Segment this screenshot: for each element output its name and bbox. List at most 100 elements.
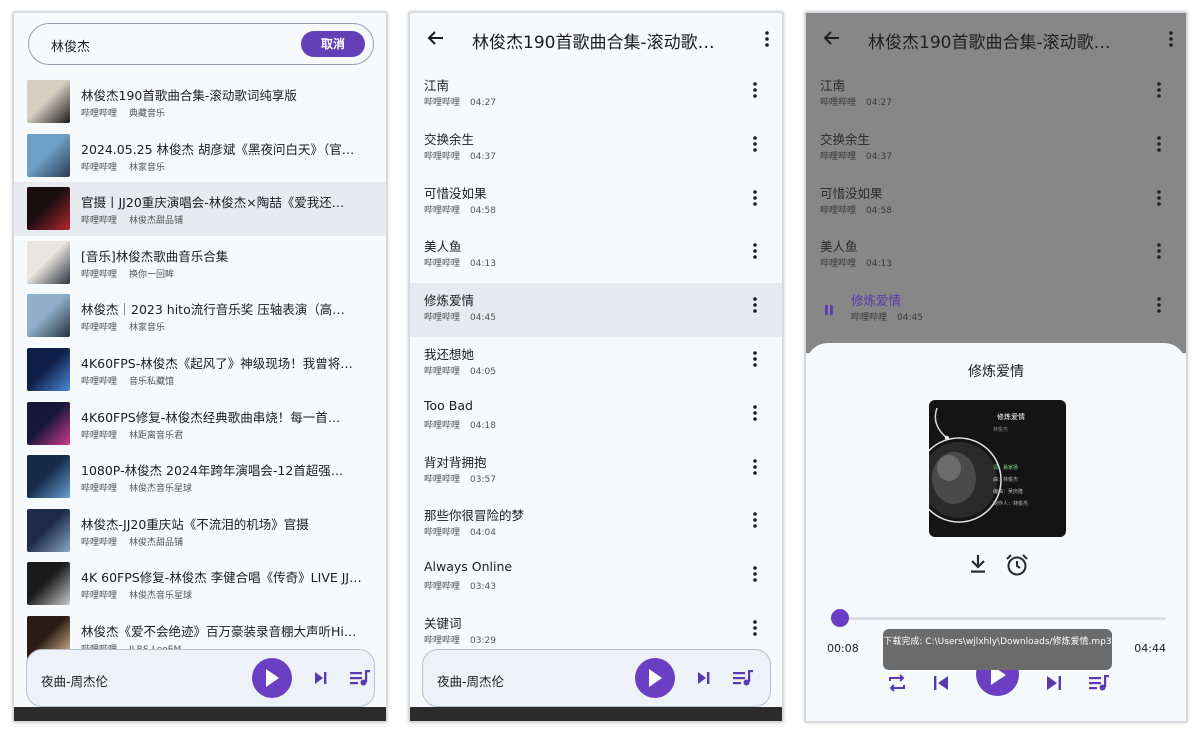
mini-player[interactable]: 夜曲-周杰伦 xyxy=(26,649,375,707)
top-app-bar: 林俊杰190首歌曲合集-滚动歌… xyxy=(410,13,782,65)
search-bar: 林俊杰 取消 xyxy=(28,23,374,65)
more-vert-icon[interactable] xyxy=(752,565,758,583)
result-uploader: 音乐私藏馆 xyxy=(129,376,175,387)
result-source: 哔哩哔哩 xyxy=(81,484,118,495)
song-title: 交换余生 xyxy=(820,131,871,147)
result-title: [音乐]林俊杰歌曲音乐合集 xyxy=(81,248,229,264)
list-item[interactable]: 4K60FPS-林俊杰《起风了》神级现场！我曾将… 哔哩哔哩 音乐私藏馆 xyxy=(14,343,386,397)
more-vert-icon[interactable] xyxy=(1156,81,1162,99)
video-thumbnail xyxy=(27,401,70,445)
result-source: 哔哩哔哩 xyxy=(81,109,118,119)
alarm-icon[interactable] xyxy=(1005,553,1029,577)
skip-next-icon[interactable] xyxy=(313,669,329,687)
download-icon[interactable] xyxy=(969,554,987,574)
song-row[interactable]: 可惜没如果 哔哩哔哩 04:58 xyxy=(410,176,782,230)
song-row[interactable]: 交换余生 哔哩哔哩 04:37 xyxy=(410,122,782,176)
more-vert-icon[interactable] xyxy=(752,619,758,637)
song-row[interactable]: 美人鱼 哔哩哔哩 04:13 xyxy=(410,229,782,283)
more-vert-icon[interactable] xyxy=(752,242,758,260)
song-source: 哔哩哔哩 xyxy=(424,205,461,216)
system-nav-bar xyxy=(14,707,386,721)
mini-player[interactable]: 夜曲-周杰伦 xyxy=(422,649,771,707)
search-input[interactable]: 林俊杰 xyxy=(51,36,90,55)
result-source: 哔哩哔哩 xyxy=(81,323,118,334)
more-vert-icon[interactable] xyxy=(752,404,758,422)
song-meta: 哔哩哔哩 04:13 xyxy=(820,256,892,269)
list-item[interactable]: [音乐]林俊杰歌曲音乐合集 哔哩哔哩 换你一回眸 xyxy=(14,236,386,290)
more-vert-icon[interactable] xyxy=(764,30,770,48)
song-title: 背对背拥抱 xyxy=(424,454,487,470)
arrow-left-icon[interactable] xyxy=(822,30,840,46)
song-source: 哔哩哔哩 xyxy=(424,582,461,593)
song-row[interactable]: 江南 哔哩哔哩 04:27 xyxy=(806,68,1186,122)
queue-music-icon[interactable] xyxy=(732,669,754,687)
list-item[interactable]: 林俊杰190首歌曲合集-滚动歌词纯享版 哔哩哔哩 典藏音乐 xyxy=(14,75,386,129)
result-source: 哔哩哔哩 xyxy=(81,216,118,227)
dimmed-playlist: 林俊杰190首歌曲合集-滚动歌… 江南 哔哩哔哩 04:27 交换余生 哔哩哔哩 04:3… xyxy=(806,13,1186,353)
song-meta: 哔哩哔哩 04:58 xyxy=(820,203,892,216)
skip-next-icon[interactable] xyxy=(696,669,712,687)
list-item[interactable]: 林俊杰-JJ20重庆站《不流泪的机场》官摄 哔哩哔哩 林俊杰甜品铺 xyxy=(14,504,386,558)
play-icon xyxy=(266,669,279,687)
more-vert-icon[interactable] xyxy=(752,458,758,476)
song-row[interactable]: 可惜没如果 哔哩哔哩 04:58 xyxy=(806,176,1186,230)
list-item[interactable]: 2024.05.25 林俊杰 胡彦斌《黑夜问白天》（官… 哔哩哔哩 林家音乐 xyxy=(14,129,386,183)
more-vert-icon[interactable] xyxy=(752,350,758,368)
song-title: 我还想她 xyxy=(424,346,475,362)
arrow-left-icon[interactable] xyxy=(426,30,444,46)
song-row[interactable]: 背对背拥抱 哔哩哔哩 03:57 xyxy=(410,445,782,499)
seek-bar[interactable] xyxy=(830,617,1166,620)
song-row[interactable]: 修炼爱情 哔哩哔哩 04:45 xyxy=(806,283,1186,337)
more-vert-icon[interactable] xyxy=(1156,189,1162,207)
song-row[interactable]: 修炼爱情 哔哩哔哩 04:45 xyxy=(410,283,782,337)
song-title: Always Online xyxy=(424,559,513,575)
more-vert-icon[interactable] xyxy=(752,189,758,207)
cover-title: 修炼爱情 xyxy=(997,413,1025,421)
list-item[interactable]: 林俊杰｜2023 hito流行音乐奖 压轴表演（高… 哔哩哔哩 林家音乐 xyxy=(14,289,386,343)
skip-next-icon[interactable] xyxy=(1045,673,1063,693)
list-item[interactable]: 4K 60FPS修复-林俊杰 李健合唱《传奇》LIVE JJ… 哔哩哔哩 林俊杰音乐… xyxy=(14,557,386,611)
song-row[interactable]: 江南 哔哩哔哩 04:27 xyxy=(410,68,782,122)
seek-handle[interactable] xyxy=(831,609,850,627)
video-thumbnail xyxy=(27,133,70,177)
song-row[interactable]: Always Online 哔哩哔哩 03:43 xyxy=(410,552,782,606)
song-row[interactable]: 我还想她 哔哩哔哩 04:05 xyxy=(410,337,782,391)
top-app-bar: 林俊杰190首歌曲合集-滚动歌… xyxy=(806,13,1186,65)
cancel-button[interactable]: 取消 xyxy=(301,31,365,57)
song-row[interactable]: 那些你很冒险的梦 哔哩哔哩 04:04 xyxy=(410,498,782,552)
album-cover: 修炼爱情 林俊杰 词：易家扬 曲：林俊杰 编曲：吴庆隆 制作人：林俊杰 xyxy=(929,400,1066,537)
video-thumbnail xyxy=(27,562,70,606)
song-row[interactable]: 交换余生 哔哩哔哩 04:37 xyxy=(806,122,1186,176)
skip-previous-icon[interactable] xyxy=(932,673,950,693)
result-meta: 哔哩哔哩 林家音乐 xyxy=(81,320,177,333)
song-row[interactable]: 美人鱼 哔哩哔哩 04:13 xyxy=(806,229,1186,283)
list-item[interactable]: 1080P-林俊杰 2024年跨年演唱会-12首超强… 哔哩哔哩 林俊杰音乐星球 xyxy=(14,450,386,504)
more-vert-icon[interactable] xyxy=(1168,30,1174,48)
more-vert-icon[interactable] xyxy=(752,81,758,99)
more-vert-icon[interactable] xyxy=(1156,296,1162,314)
more-vert-icon[interactable] xyxy=(752,135,758,153)
repeat-icon[interactable] xyxy=(886,673,908,693)
song-meta: 哔哩哔哩 03:29 xyxy=(424,633,496,646)
song-row[interactable]: Too Bad 哔哩哔哩 04:18 xyxy=(410,391,782,445)
song-title: 美人鱼 xyxy=(820,239,858,255)
list-item[interactable]: 官摄丨JJ20重庆演唱会-林俊杰×陶喆《爱我还… 哔哩哔哩 林俊杰甜品铺 xyxy=(14,182,386,236)
song-source: 哔哩哔哩 xyxy=(820,259,857,270)
queue-music-icon[interactable] xyxy=(349,669,371,687)
total-time: 04:44 xyxy=(1134,642,1166,655)
cover-artist: 林俊杰 xyxy=(993,427,1009,433)
play-button[interactable] xyxy=(252,658,292,698)
list-item[interactable]: 4K60FPS修复-林俊杰经典歌曲串烧！每一首… 哔哩哔哩 林距离音乐君 xyxy=(14,397,386,451)
more-vert-icon[interactable] xyxy=(752,511,758,529)
play-button[interactable] xyxy=(635,658,675,698)
queue-music-icon[interactable] xyxy=(1088,673,1110,693)
result-title: 4K60FPS-林俊杰《起风了》神级现场！我曾将… xyxy=(81,355,353,371)
song-duration: 04:58 xyxy=(470,205,496,216)
more-vert-icon[interactable] xyxy=(752,296,758,314)
cover-credit: 编曲：吴庆隆 xyxy=(993,489,1024,495)
song-title: 江南 xyxy=(424,78,450,93)
song-meta: 哔哩哔哩 03:43 xyxy=(424,579,496,592)
more-vert-icon[interactable] xyxy=(1156,135,1162,153)
more-vert-icon[interactable] xyxy=(1156,242,1162,260)
player-song-title: 修炼爱情 xyxy=(968,364,1024,380)
